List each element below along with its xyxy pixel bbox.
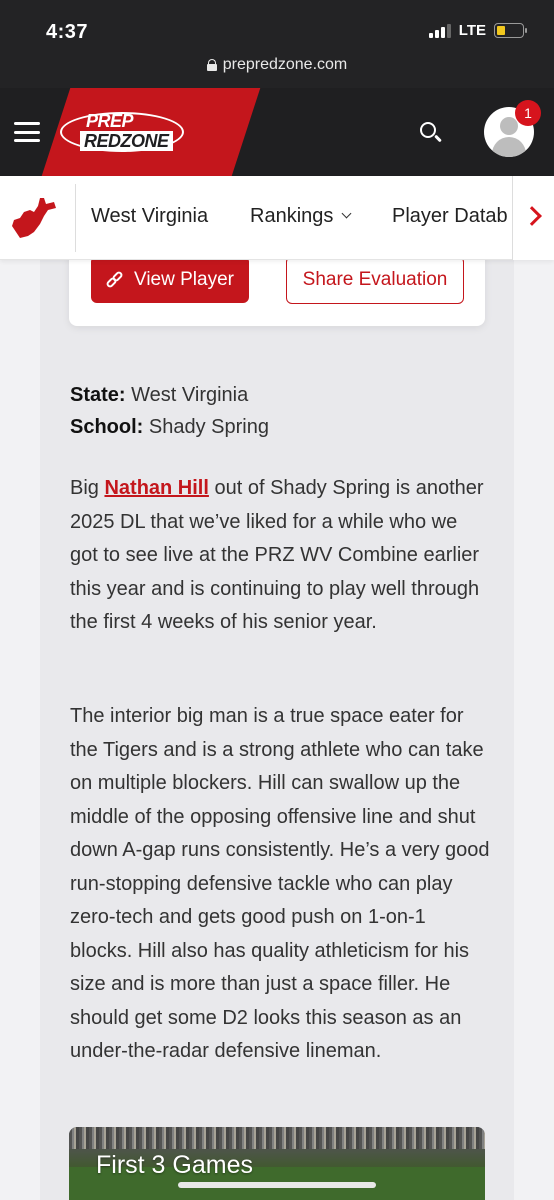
status-indicators: LTE — [428, 22, 527, 39]
status-bar: 4:37 LTE prepredzone.com — [0, 0, 554, 100]
state-value: West Virginia — [131, 384, 249, 406]
site-header: PREP REDZONE — [0, 88, 554, 176]
player-name-link[interactable]: Nathan Hill — [104, 477, 208, 499]
view-player-button[interactable]: View Player — [91, 256, 249, 303]
lock-icon — [206, 59, 217, 71]
prep-redzone-logo[interactable]: PREP REDZONE — [60, 108, 188, 156]
evaluation-paragraph-1: Big Nathan Hill out of Shady Spring is a… — [70, 472, 490, 640]
west-virginia-map-icon[interactable] — [10, 196, 58, 240]
share-evaluation-button[interactable]: Share Evaluation — [286, 256, 464, 304]
subnav-item-label: Rankings — [250, 205, 334, 227]
school-label: School: — [70, 416, 144, 438]
subnav-item-rankings[interactable]: Rankings — [250, 205, 352, 228]
home-indicator[interactable] — [178, 1182, 376, 1188]
link-icon — [105, 269, 124, 289]
video-title: First 3 Games — [96, 1151, 253, 1179]
evaluation-paragraph-2: The interior big man is a true space eat… — [70, 705, 490, 1062]
video-crowd-image — [69, 1127, 485, 1149]
view-player-label: View Player — [134, 268, 234, 290]
subnav-item-west-virginia[interactable]: West Virginia — [91, 205, 208, 228]
para1-suffix: out of Shady Spring is another 2025 DL t… — [70, 477, 484, 633]
subnav-item-player-database[interactable]: Player Datab — [392, 205, 512, 228]
battery-icon — [494, 23, 527, 38]
menu-icon[interactable] — [14, 122, 40, 142]
chevron-right-icon — [522, 206, 542, 226]
logo-text-redzone: REDZONE — [80, 131, 173, 151]
chevron-down-icon — [341, 208, 352, 219]
school-info: School: Shady Spring — [70, 416, 269, 439]
school-value: Shady Spring — [148, 416, 269, 438]
state-label: State: — [70, 384, 126, 406]
url-text: prepredzone.com — [222, 56, 348, 73]
subnav-scroll-right[interactable] — [512, 176, 554, 260]
network-label: LTE — [458, 22, 486, 39]
state-subnav: West Virginia Rankings Player Datab — [0, 176, 554, 260]
search-icon[interactable] — [418, 120, 444, 146]
para1-prefix: Big — [70, 477, 105, 499]
url-bar[interactable]: prepredzone.com — [0, 56, 554, 74]
status-time: 4:37 — [46, 21, 89, 43]
signal-icon — [428, 23, 451, 38]
subnav-divider — [75, 184, 76, 252]
logo-text-prep: PREP — [86, 111, 134, 131]
notification-badge[interactable]: 1 — [515, 100, 541, 126]
state-info: State: West Virginia — [70, 384, 248, 407]
